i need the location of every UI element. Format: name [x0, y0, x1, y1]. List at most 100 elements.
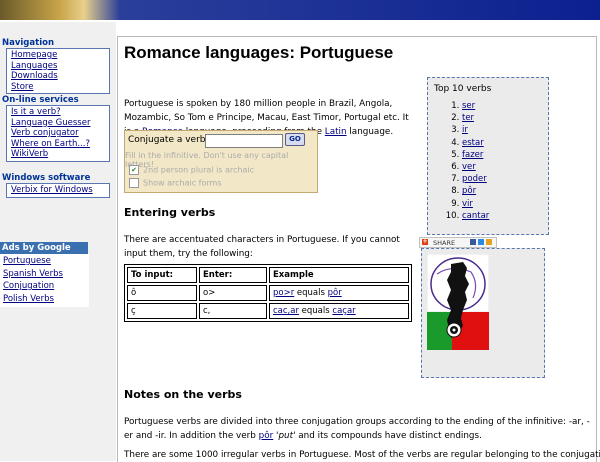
show-archaic-label: Show archaic forms — [143, 178, 222, 188]
verb-link-por[interactable]: pôr — [462, 186, 476, 196]
share-label: SHARE — [433, 239, 456, 247]
list-item: pôr — [462, 185, 489, 197]
ad-link-conjugation[interactable]: Conjugation — [3, 280, 89, 293]
verb-link-estar[interactable]: estar — [462, 138, 484, 148]
list-item: ver — [462, 161, 489, 173]
archaic-plural-label: 2nd person plural is archaic — [143, 165, 255, 175]
go-button[interactable]: GO — [285, 133, 305, 146]
table-cell-input: ç — [127, 303, 197, 319]
verb-link-vir[interactable]: vir — [462, 199, 473, 209]
list-item: cantar — [462, 210, 489, 222]
nav-link-store[interactable]: Store — [11, 82, 109, 93]
archaic-plural-checkbox[interactable]: ✔ — [129, 165, 139, 175]
list-item: vir — [462, 198, 489, 210]
verb-link-ter[interactable]: ter — [462, 113, 474, 123]
nav-link-is-it-a-verb[interactable]: Is it a verb? — [11, 107, 109, 118]
notes-text-post: and its compounds have distinct endings. — [295, 431, 482, 441]
show-archaic-option: Show archaic forms — [129, 178, 222, 188]
page-title: Romance languages: Portuguese — [124, 43, 394, 62]
online-services-heading: On-line services — [2, 95, 79, 105]
header-banner — [0, 0, 600, 20]
table-cell-example: cac,ar equals caçar — [269, 303, 409, 319]
windows-software-box: Verbix for Windows — [6, 183, 110, 198]
online-services-box: Is it a verb? Language Guesser Verb conj… — [6, 105, 110, 162]
top-10-verbs-panel: Top 10 verbs ser ter ir estar fazer ver … — [427, 77, 549, 235]
left-sidebar: Navigation Homepage Languages Downloads … — [0, 22, 116, 461]
verb-link-ver[interactable]: ver — [462, 162, 476, 172]
nav-link-where-on-earth[interactable]: Where on Earth...? — [11, 139, 109, 150]
main-content: Romance languages: Portuguese Portuguese… — [117, 36, 600, 462]
nav-link-verbix-for-windows[interactable]: Verbix for Windows — [11, 185, 109, 196]
list-item: estar — [462, 137, 489, 149]
example-equals: equals — [298, 306, 333, 316]
col-header-example: Example — [269, 267, 409, 283]
share-plus-icon: + — [422, 238, 428, 245]
entering-verbs-heading: Entering verbs — [124, 206, 216, 219]
conjugator-label: Conjugate a verb: — [128, 135, 209, 145]
table-cell-enter: c, — [199, 303, 267, 319]
notes-paragraph-1: Portuguese verbs are divided into three … — [124, 415, 592, 443]
example-equals: equals — [294, 288, 328, 298]
show-archaic-checkbox[interactable] — [129, 178, 139, 188]
facebook-icon — [470, 239, 476, 245]
list-item: ter — [462, 112, 489, 124]
archaic-plural-option: ✔ 2nd person plural is archaic — [129, 165, 254, 175]
notes-heading: Notes on the verbs — [124, 388, 242, 401]
table-cell-example: po>r equals pôr — [269, 285, 409, 301]
navigation-heading: Navigation — [2, 38, 54, 48]
ad-link-spanish-verbs[interactable]: Spanish Verbs — [3, 268, 89, 281]
nav-link-wikiverb[interactable]: WikiVerb — [11, 149, 109, 160]
input-table: To input: Enter: Example ô o> po>r equal… — [124, 264, 412, 322]
table-cell-enter: o> — [199, 285, 267, 301]
windows-software-heading: Windows software — [2, 173, 91, 183]
latin-link[interactable]: Latin — [325, 127, 347, 137]
list-item: ser — [462, 100, 489, 112]
notes-paragraph-2: There are some 1000 irregular verbs in P… — [124, 450, 600, 460]
nav-link-downloads[interactable]: Downloads — [11, 71, 109, 82]
portugal-map-panel — [421, 248, 545, 378]
nav-link-language-guesser[interactable]: Language Guesser — [11, 118, 109, 129]
top-10-heading: Top 10 verbs — [434, 84, 492, 94]
navigation-box: Homepage Languages Downloads Store — [6, 48, 110, 94]
ads-heading[interactable]: Ads by Google — [0, 242, 88, 254]
ads-box: Portuguese Spanish Verbs Conjugation Pol… — [0, 254, 89, 307]
verb-link-fazer[interactable]: fazer — [462, 150, 483, 160]
list-item: fazer — [462, 149, 489, 161]
verb-link-ir[interactable]: ir — [462, 125, 468, 135]
table-cell-input: ô — [127, 285, 197, 301]
col-header-input: To input: — [127, 267, 197, 283]
col-header-enter: Enter: — [199, 267, 267, 283]
table-row: ô o> po>r equals pôr — [127, 285, 409, 301]
share-button[interactable]: + SHARE — [419, 237, 497, 248]
ad-link-polish-verbs[interactable]: Polish Verbs — [3, 293, 89, 306]
conjugator-box: Conjugate a verb: GO Fill in the infinit… — [124, 130, 318, 193]
share-bar: + SHARE — [419, 237, 529, 248]
navigation-section: Navigation Homepage Languages Downloads … — [2, 38, 110, 94]
table-header-row: To input: Enter: Example — [127, 267, 409, 283]
example-link-b[interactable]: pôr — [328, 288, 342, 298]
digg-icon — [486, 239, 492, 245]
nav-link-verb-conjugator[interactable]: Verb conjugator — [11, 128, 109, 139]
table-row: ç c, cac,ar equals caçar — [127, 303, 409, 319]
verb-link-ser[interactable]: ser — [462, 101, 475, 111]
online-services-section: On-line services Is it a verb? Language … — [2, 95, 110, 162]
verb-link-cantar[interactable]: cantar — [462, 211, 489, 221]
verb-link-poder[interactable]: poder — [462, 174, 487, 184]
por-verb-link[interactable]: pôr — [259, 431, 274, 441]
example-link-b[interactable]: caçar — [332, 306, 355, 316]
notes-text-put: 'put' — [273, 431, 296, 441]
list-item: poder — [462, 173, 489, 185]
top-10-list: ser ter ir estar fazer ver poder pôr vir… — [436, 100, 489, 222]
conjugate-verb-input[interactable] — [205, 134, 283, 148]
portugal-map-icon — [427, 254, 489, 350]
intro-text-post: language. — [346, 127, 394, 137]
nav-link-homepage[interactable]: Homepage — [11, 50, 109, 61]
ad-link-portuguese[interactable]: Portuguese — [3, 255, 89, 268]
delicious-icon — [478, 239, 484, 245]
list-item: ir — [462, 124, 489, 136]
entering-verbs-description: There are accentuated characters in Port… — [124, 235, 400, 259]
example-link-a[interactable]: po>r — [273, 288, 294, 298]
windows-software-section: Windows software Verbix for Windows — [2, 173, 110, 198]
example-link-a[interactable]: cac,ar — [273, 306, 299, 316]
nav-link-languages[interactable]: Languages — [11, 61, 109, 72]
